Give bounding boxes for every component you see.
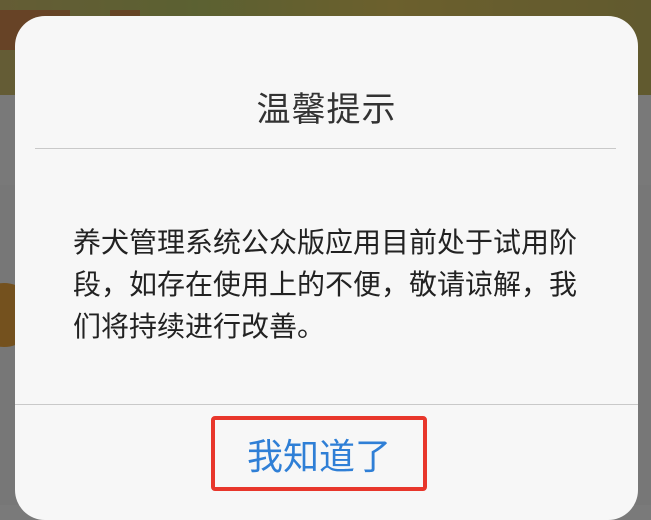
dialog-title: 温馨提示 [256,90,397,130]
dialog-message: 养犬管理系统公众版应用目前处于试用阶段，如存在使用上的不便，敬请谅解，我们将持续… [73,226,578,343]
notice-dialog: 温馨提示 养犬管理系统公众版应用目前处于试用阶段，如存在使用上的不便，敬请谅解，… [15,16,638,520]
dialog-divider [15,404,638,405]
dialog-divider [35,148,616,149]
confirm-button[interactable]: 我知道了 [211,416,427,491]
